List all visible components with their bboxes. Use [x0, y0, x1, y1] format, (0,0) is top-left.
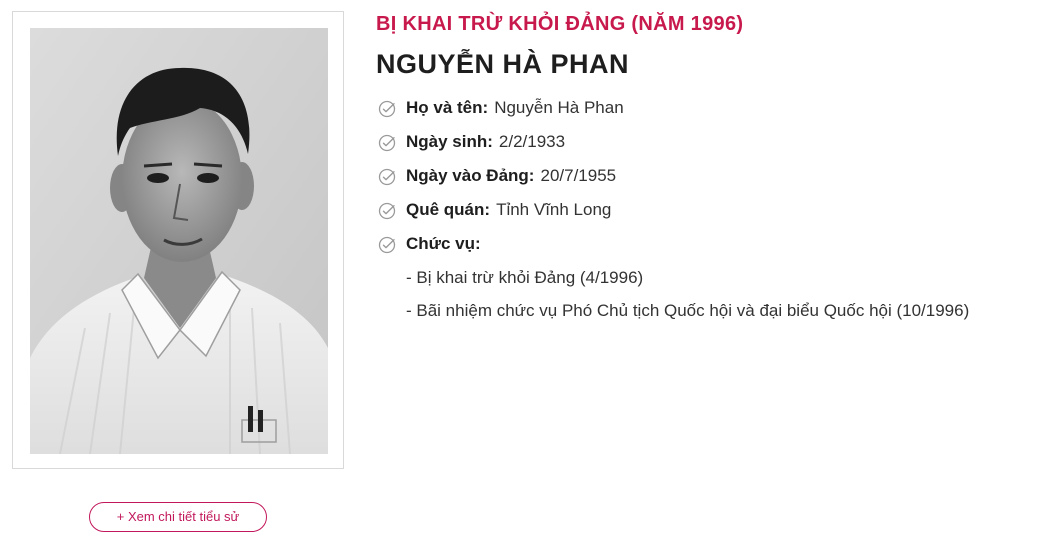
field-value: Nguyễn Hà Phan [494, 98, 624, 117]
view-biography-button[interactable]: + Xem chi tiết tiểu sử [89, 502, 267, 532]
check-circle-icon [378, 202, 396, 220]
field-hometown: Quê quán: Tỉnh Vĩnh Long [376, 193, 1031, 227]
portrait-image [30, 28, 328, 454]
position-item: - Bị khai trừ khỏi Đảng (4/1996) [406, 268, 644, 287]
field-label: Họ và tên: [406, 98, 489, 117]
field-positions: Chức vụ: [376, 227, 1031, 261]
profile-fields: Họ và tên: Nguyễn Hà Phan Ngày sinh: 2/2/1… [376, 91, 1031, 261]
field-birth-date: Ngày sinh: 2/2/1933 [376, 125, 1031, 159]
position-list: - Bị khai trừ khỏi Đảng (4/1996) - Bãi n… [376, 261, 1031, 327]
category-heading: BỊ KHAI TRỪ KHỎI ĐẢNG (NĂM 1996) [376, 13, 744, 35]
field-full-name: Họ và tên: Nguyễn Hà Phan [376, 91, 1031, 125]
check-circle-icon [378, 134, 396, 152]
portrait-frame [12, 11, 344, 469]
field-label: Ngày vào Đảng: [406, 166, 535, 185]
portrait-photo [30, 28, 328, 454]
position-item: - Bãi nhiệm chức vụ Phó Chủ tịch Quốc hộ… [406, 301, 970, 320]
field-label: Ngày sinh: [406, 132, 493, 151]
person-name: NGUYỄN HÀ PHAN [376, 49, 630, 79]
field-value: Tỉnh Vĩnh Long [496, 200, 612, 219]
field-value: 20/7/1955 [540, 166, 617, 185]
check-circle-icon [378, 168, 396, 186]
check-circle-icon [378, 100, 396, 118]
check-circle-icon [378, 236, 396, 254]
field-label: Quê quán: [406, 200, 491, 219]
profile-info: BỊ KHAI TRỪ KHỎI ĐẢNG (NĂM 1996) NGUYỄN … [376, 10, 1031, 327]
field-label: Chức vụ: [406, 234, 481, 253]
field-value: 2/2/1933 [498, 132, 566, 151]
field-party-join-date: Ngày vào Đảng: 20/7/1955 [376, 159, 1031, 193]
